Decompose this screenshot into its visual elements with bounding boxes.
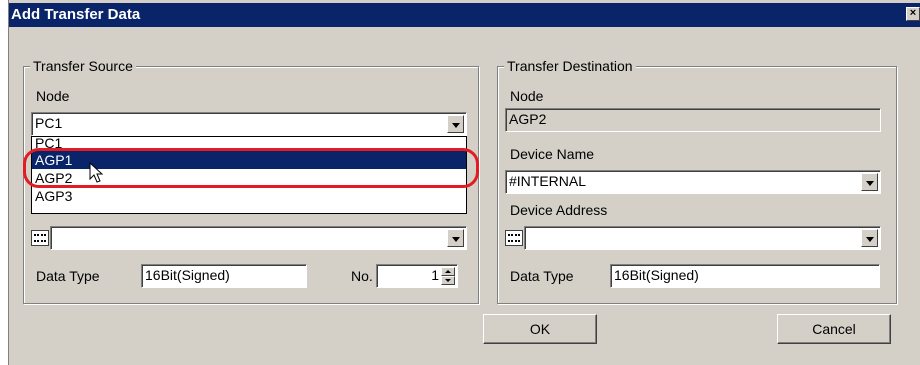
device-address-label: Device Address xyxy=(510,202,608,218)
title-bar: Add Transfer Data × xyxy=(9,3,920,27)
transfer-source-title: Transfer Source xyxy=(30,58,136,74)
dialog-title: Add Transfer Data xyxy=(11,6,141,23)
keyboard-icon[interactable] xyxy=(505,230,523,246)
device-name-select[interactable]: #INTERNAL xyxy=(505,170,881,194)
source-node-value: PC1 xyxy=(35,115,63,131)
source-data-type-field[interactable]: 16Bit(Signed) xyxy=(141,264,307,288)
dest-node-label: Node xyxy=(510,88,544,104)
chevron-down-icon[interactable] xyxy=(447,229,464,247)
dest-device-address-input[interactable] xyxy=(524,226,881,250)
device-name-label: Device Name xyxy=(510,146,595,162)
dropdown-option-agp3[interactable]: AGP3 xyxy=(32,187,466,205)
chevron-down-icon[interactable] xyxy=(861,173,878,191)
chevron-down-icon[interactable] xyxy=(447,115,464,133)
source-data-type-label: Data Type xyxy=(36,268,100,284)
close-icon[interactable]: × xyxy=(906,7,920,21)
dest-data-type-label: Data Type xyxy=(510,268,574,284)
dest-node-field: AGP2 xyxy=(505,108,881,132)
spin-up-icon[interactable] xyxy=(441,267,455,276)
source-device-address-input[interactable] xyxy=(50,226,467,250)
number-label: No. xyxy=(351,268,373,284)
cancel-button[interactable]: Cancel xyxy=(777,314,891,344)
ok-button[interactable]: OK xyxy=(483,314,597,344)
add-transfer-data-dialog: Add Transfer Data × Transfer Source Node… xyxy=(8,0,920,365)
transfer-destination-title: Transfer Destination xyxy=(504,58,636,74)
quantity-value: 1 xyxy=(431,267,439,283)
chevron-down-icon[interactable] xyxy=(861,229,878,247)
quantity-stepper[interactable]: 1 xyxy=(376,264,458,288)
spin-down-icon[interactable] xyxy=(441,276,455,285)
mouse-pointer-icon xyxy=(89,162,104,183)
dest-data-type-field[interactable]: 16Bit(Signed) xyxy=(610,264,880,288)
source-node-label: Node xyxy=(36,88,70,104)
source-node-select[interactable]: PC1 xyxy=(31,112,467,136)
keyboard-icon[interactable] xyxy=(31,230,49,246)
